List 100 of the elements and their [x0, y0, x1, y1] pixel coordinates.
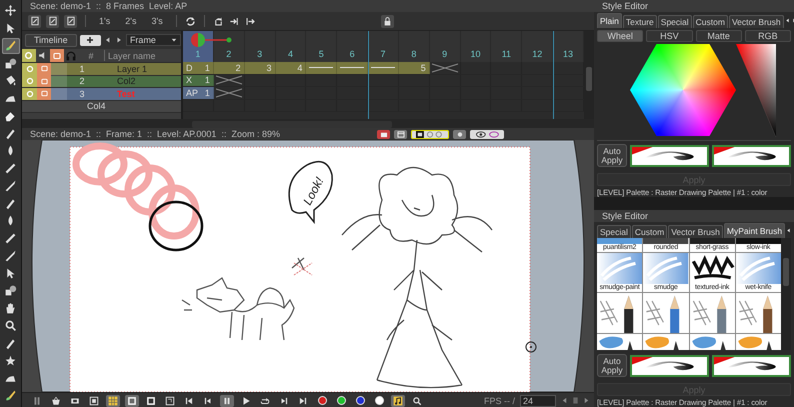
frame-number-text: 1 — [204, 62, 210, 73]
frame-number[interactable]: 11 — [491, 31, 522, 62]
end-mark-icon — [214, 88, 243, 98]
timeline-cell[interactable]: 3 — [244, 62, 276, 74]
mode-button[interactable]: Wheel — [597, 30, 644, 42]
eye-circle-icon — [26, 90, 34, 98]
frame-number[interactable]: 10 — [460, 31, 492, 62]
next-icon[interactable] — [115, 36, 123, 44]
camstand-toggle[interactable] — [37, 88, 51, 100]
tab[interactable]: Custom — [632, 225, 668, 238]
snapshot-button[interactable] — [377, 130, 390, 138]
add-tab-button[interactable] — [80, 34, 102, 46]
mode-button[interactable]: HSV — [646, 30, 692, 42]
square-icon — [52, 52, 61, 60]
rotate-icon[interactable] — [212, 16, 224, 26]
ruler-icon — [4, 162, 17, 175]
step-button[interactable]: 3's — [146, 16, 168, 26]
brush-swatch[interactable] — [736, 293, 781, 333]
timeline-cell[interactable] — [368, 62, 399, 74]
layer-row[interactable]: 1 Layer 1 — [22, 63, 181, 76]
brush-icon — [4, 39, 17, 52]
timeline-cell[interactable]: X 1 — [183, 74, 214, 86]
cel-button[interactable] — [64, 14, 77, 28]
frame-number-text: 3 — [266, 62, 272, 73]
table-button[interactable] — [394, 130, 407, 138]
lock-button[interactable] — [381, 14, 394, 28]
cel-button[interactable] — [46, 14, 59, 28]
camstand-toggle[interactable] — [37, 75, 51, 88]
tab[interactable]: Custom — [692, 15, 728, 28]
timeline-cell[interactable] — [306, 62, 338, 74]
slider-handle-icon[interactable] — [572, 396, 579, 405]
layer-name: Layer 1 — [116, 64, 148, 74]
tab[interactable]: Plain — [597, 13, 622, 28]
layer-row[interactable]: 2 Col2 — [22, 76, 181, 88]
tab[interactable]: Special — [658, 15, 692, 28]
layer-row[interactable]: Col4 — [22, 100, 181, 113]
auto-apply-button[interactable]: Auto Apply — [597, 144, 627, 168]
previous-icon[interactable] — [104, 36, 112, 44]
brush-swatch[interactable] — [597, 293, 642, 333]
toolbar-button[interactable] — [106, 394, 120, 406]
lock-icon — [383, 16, 392, 26]
toolbar-button[interactable] — [163, 394, 177, 406]
timeline-cell[interactable]: 4 — [276, 62, 306, 74]
enter-arrow-icon[interactable] — [228, 16, 240, 26]
toolbar-button[interactable] — [125, 394, 139, 406]
exit-arrow-icon[interactable] — [244, 16, 256, 26]
knife-icon — [4, 249, 17, 262]
step-button[interactable]: 1's — [94, 16, 116, 26]
reload-icon[interactable] — [184, 16, 196, 26]
horizontal-scrollbar[interactable] — [22, 119, 594, 129]
panel-title: Style Editor — [594, 210, 794, 222]
level-name-text: X — [186, 75, 192, 86]
cel-button[interactable] — [28, 14, 41, 28]
brush-swatch[interactable] — [643, 334, 688, 350]
tool-button[interactable] — [2, 38, 20, 54]
preview-mode-toggle[interactable] — [411, 130, 449, 138]
camstand-toggle-header[interactable] — [50, 49, 64, 62]
step-button[interactable]: 2's — [120, 16, 142, 26]
view-toggle[interactable] — [470, 130, 504, 138]
scene-info-text: Scene: demo-1 :: 8 Frames Level: AP — [30, 1, 188, 11]
toolbar-button[interactable] — [87, 394, 101, 406]
timeline-tab[interactable]: Timeline — [25, 34, 77, 46]
preview-toggle[interactable] — [22, 75, 37, 88]
toolbar-button[interactable] — [144, 394, 158, 406]
auto-apply-button[interactable]: Auto Apply — [597, 354, 627, 378]
timeline-cell[interactable]: AP 1 — [183, 87, 214, 98]
mode-button[interactable]: RGB — [744, 30, 791, 42]
brush-swatch[interactable] — [690, 293, 735, 333]
brush-swatch[interactable] — [736, 334, 781, 350]
sub-camera-button[interactable] — [453, 130, 466, 138]
move-cross-icon — [4, 4, 17, 18]
preview-toggle[interactable] — [22, 88, 37, 100]
toolbar-button[interactable] — [220, 394, 234, 406]
camstand-toggle[interactable] — [37, 62, 51, 75]
layer-row[interactable]: 3 Test — [22, 88, 181, 100]
tab[interactable]: Vector Brush — [728, 15, 784, 28]
tab[interactable]: Vector Brush — [668, 225, 723, 238]
cel-icon — [66, 16, 76, 26]
timeline-cell[interactable] — [337, 62, 368, 74]
speech-bubble — [288, 160, 333, 223]
tab[interactable]: Texture — [622, 15, 657, 28]
mode-button[interactable]: Matte — [696, 30, 742, 42]
circle-drawing — [148, 200, 204, 252]
brush-swatch[interactable] — [690, 334, 735, 350]
timeline-cell[interactable]: D 1 — [183, 62, 214, 74]
toolbar-button[interactable] — [391, 394, 405, 406]
loop-icon — [260, 396, 270, 406]
frame-number[interactable]: 9 — [430, 31, 461, 62]
fps-field[interactable]: 24 — [520, 394, 556, 406]
timeline-cell[interactable]: 2 — [214, 62, 245, 74]
preview-toggle[interactable] — [22, 62, 37, 75]
timeline-cell[interactable]: 5 — [398, 62, 430, 74]
tab[interactable]: Special — [597, 225, 631, 238]
shade-picker[interactable] — [736, 44, 776, 137]
tab[interactable]: MyPaint Brush — [724, 223, 786, 238]
brush-swatch[interactable] — [597, 334, 642, 350]
preview-toggle-header[interactable] — [22, 49, 36, 62]
frame-mode-dropdown[interactable]: Frame — [126, 34, 181, 46]
knife-icon — [4, 179, 17, 192]
brush-swatch[interactable] — [643, 293, 688, 333]
